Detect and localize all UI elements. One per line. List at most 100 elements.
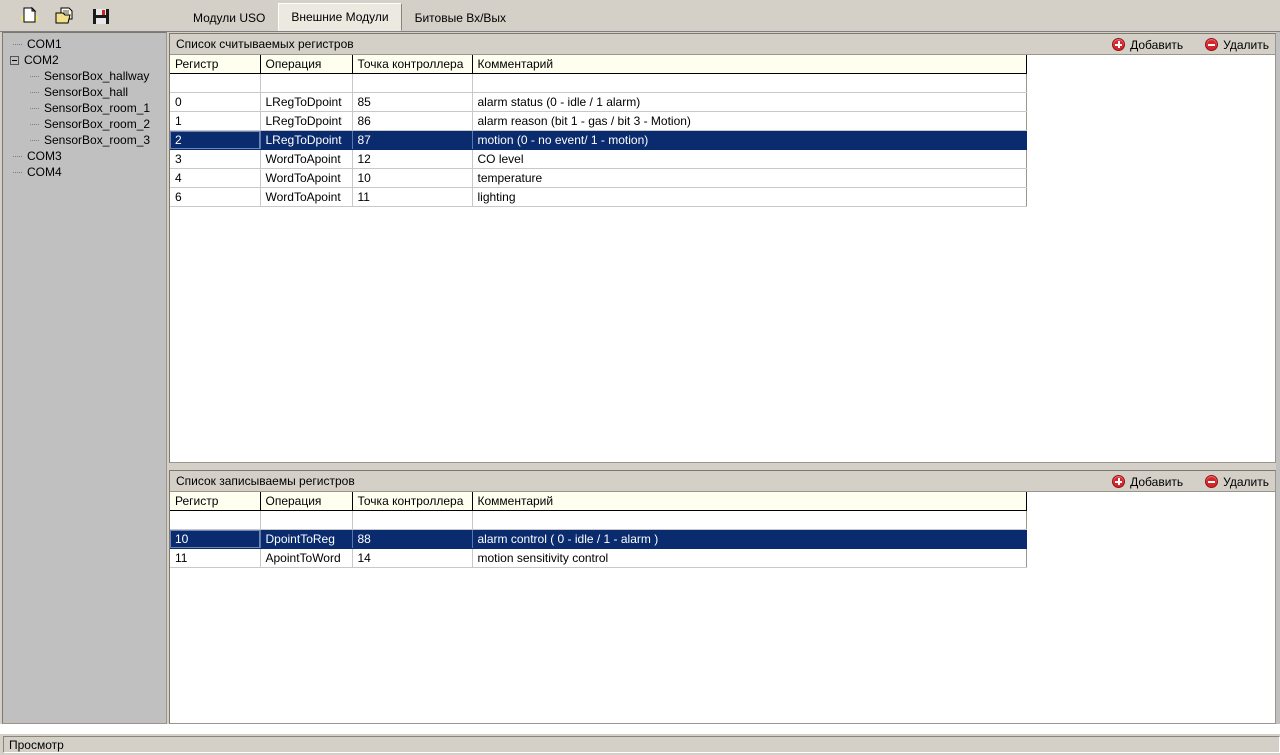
table-row[interactable]: 4 WordToApoint 10 temperature <box>170 168 1027 188</box>
cell-register: 10 <box>170 529 261 549</box>
read-registers-table[interactable]: Регистр Операция Точка контроллера Комме… <box>170 55 1027 207</box>
save-file-icon <box>93 8 109 24</box>
cell-operation: DpointToReg <box>260 529 353 549</box>
tree-item-com1[interactable]: COM1 <box>3 36 166 52</box>
tree-connector <box>30 116 43 132</box>
cell-point <box>352 73 473 93</box>
read-panel-title: Список считываемых регистров <box>176 37 354 51</box>
cell-register: 0 <box>170 92 261 112</box>
column-header-register[interactable]: Регистр <box>170 55 261 74</box>
table-header-row: Регистр Операция Точка контроллера Комме… <box>170 55 1027 74</box>
tree-connector <box>30 68 43 84</box>
read-registers-panel: Список считываемых регистров Добавить Уд… <box>169 33 1276 463</box>
cell-register: 6 <box>170 187 261 207</box>
cell-comment: motion sensitivity control <box>472 548 1027 568</box>
column-header-comment[interactable]: Комментарий <box>472 55 1027 74</box>
tree-connector <box>30 100 43 116</box>
read-add-label: Добавить <box>1130 37 1184 52</box>
cell-operation: WordToApoint <box>260 149 353 169</box>
cell-register: 11 <box>170 548 261 568</box>
table-row-selected[interactable]: 2 LRegToDpoint 87 motion (0 - no event/ … <box>170 130 1027 150</box>
table-row[interactable]: 6 WordToApoint 11 lighting <box>170 187 1027 207</box>
table-row[interactable]: 3 WordToApoint 12 CO level <box>170 149 1027 169</box>
tree-item-label: COM4 <box>27 165 62 179</box>
open-file-button[interactable] <box>50 3 80 29</box>
cell-operation: LRegToDpoint <box>260 130 353 150</box>
tab-vneshnie-moduli[interactable]: Внешние Модули <box>278 3 402 31</box>
table-row[interactable] <box>170 73 1027 93</box>
cell-point: 87 <box>352 130 473 150</box>
status-bar: Просмотр <box>0 733 1280 755</box>
tab-moduli-uso[interactable]: Модули USO <box>180 5 278 31</box>
tree-item-label: SensorBox_hall <box>44 85 129 99</box>
table-row[interactable]: 1 LRegToDpoint 86 alarm reason (bit 1 - … <box>170 111 1027 131</box>
table-row[interactable]: 11 ApointToWord 14 motion sensitivity co… <box>170 548 1027 568</box>
table-row[interactable] <box>170 510 1027 530</box>
column-header-point[interactable]: Точка контроллера <box>352 55 473 74</box>
window-right-edge <box>1276 32 1280 724</box>
write-delete-button[interactable]: Удалить <box>1205 475 1269 489</box>
tree-connector <box>30 132 43 148</box>
table-row[interactable]: 0 LRegToDpoint 85 alarm status (0 - idle… <box>170 92 1027 112</box>
cell-comment <box>472 510 1027 530</box>
tree-item-sensorbox-hall[interactable]: SensorBox_hall <box>3 84 166 100</box>
cell-register <box>170 73 261 93</box>
collapse-expander-icon[interactable] <box>10 55 19 65</box>
application-window: Модули USO Внешние Модули Битовые Вх/Вых… <box>0 0 1280 755</box>
table-header-row: Регистр Операция Точка контроллера Комме… <box>170 492 1027 511</box>
cell-comment: CO level <box>472 149 1027 169</box>
write-registers-table[interactable]: Регистр Операция Точка контроллера Комме… <box>170 492 1027 568</box>
cell-point: 12 <box>352 149 473 169</box>
cell-point: 88 <box>352 529 473 549</box>
tree-connector <box>13 164 26 180</box>
tree-item-com2[interactable]: COM2 <box>3 52 166 68</box>
read-delete-label: Удалить <box>1223 37 1269 52</box>
tab-bitovye-vh-vyh[interactable]: Битовые Вх/Вых <box>402 5 519 31</box>
column-header-operation[interactable]: Операция <box>260 55 353 74</box>
write-registers-panel: Список записываемы регистров Добавить Уд… <box>169 470 1276 724</box>
column-header-operation[interactable]: Операция <box>260 492 353 511</box>
cell-operation: WordToApoint <box>260 187 353 207</box>
new-file-icon <box>20 6 38 23</box>
read-add-button[interactable]: Добавить <box>1112 38 1183 52</box>
write-panel-header: Список записываемы регистров Добавить Уд… <box>170 471 1275 492</box>
write-panel-title: Список записываемы регистров <box>176 474 355 488</box>
tree-item-sensorbox-hallway[interactable]: SensorBox_hallway <box>3 68 166 84</box>
cell-point <box>352 510 473 530</box>
cell-operation: LRegToDpoint <box>260 111 353 131</box>
cell-register: 4 <box>170 168 261 188</box>
add-circle-icon <box>1112 38 1126 51</box>
write-delete-label: Удалить <box>1223 474 1269 489</box>
device-tree[interactable]: COM1 COM2 SensorBox_hallway SensorBox_ha… <box>2 32 167 724</box>
tree-item-sensorbox-room-3[interactable]: SensorBox_room_3 <box>3 132 166 148</box>
status-text: Просмотр <box>3 736 1280 753</box>
window-bottom-edge <box>0 724 1280 733</box>
tree-item-label: COM1 <box>27 37 62 51</box>
read-panel-header: Список считываемых регистров Добавить Уд… <box>170 34 1275 55</box>
tree-item-label: SensorBox_hallway <box>44 69 150 83</box>
cell-register: 2 <box>170 130 261 150</box>
cell-operation <box>260 510 353 530</box>
open-file-icon <box>55 7 73 24</box>
tree-item-com3[interactable]: COM3 <box>3 148 166 164</box>
new-file-button[interactable] <box>14 3 44 29</box>
tree-item-com4[interactable]: COM4 <box>3 164 166 180</box>
table-row-selected[interactable]: 10 DpointToReg 88 alarm control ( 0 - id… <box>170 529 1027 549</box>
tree-item-sensorbox-room-2[interactable]: SensorBox_room_2 <box>3 116 166 132</box>
tree-item-label: SensorBox_room_1 <box>44 101 151 115</box>
tab-bar: Модули USO Внешние Модули Битовые Вх/Вых <box>180 0 519 31</box>
cell-comment <box>472 73 1027 93</box>
column-header-point[interactable]: Точка контроллера <box>352 492 473 511</box>
read-panel-actions: Добавить Удалить <box>1112 34 1269 55</box>
column-header-comment[interactable]: Комментарий <box>472 492 1027 511</box>
save-file-button[interactable] <box>86 3 116 29</box>
cell-comment: alarm reason (bit 1 - gas / bit 3 - Moti… <box>472 111 1027 131</box>
tree-item-sensorbox-room-1[interactable]: SensorBox_room_1 <box>3 100 166 116</box>
cell-register: 1 <box>170 111 261 131</box>
cell-point: 10 <box>352 168 473 188</box>
read-delete-button[interactable]: Удалить <box>1205 38 1269 52</box>
column-header-register[interactable]: Регистр <box>170 492 261 511</box>
cell-comment: motion (0 - no event/ 1 - motion) <box>472 130 1027 150</box>
cell-comment: lighting <box>472 187 1027 207</box>
write-add-button[interactable]: Добавить <box>1112 475 1183 489</box>
